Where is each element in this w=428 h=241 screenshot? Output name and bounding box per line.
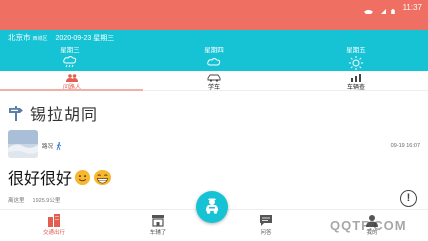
username-text: 路况 bbox=[42, 144, 54, 150]
chart-icon bbox=[351, 74, 361, 82]
tab-label: 车辆查 bbox=[346, 85, 365, 91]
district-name: 西城区 bbox=[32, 36, 48, 42]
shop-icon bbox=[152, 215, 164, 227]
post-username[interactable]: 路况 bbox=[42, 142, 62, 150]
post-meta: 离这里 1925.9公里 bbox=[8, 196, 60, 204]
avatar[interactable] bbox=[8, 130, 38, 158]
header-band bbox=[0, 14, 428, 30]
watermark: QQTF.COM bbox=[330, 218, 407, 233]
wifi-icon bbox=[363, 3, 373, 17]
distance-value: 1925.9公里 bbox=[32, 198, 61, 204]
cloud-icon bbox=[207, 58, 221, 66]
weather-date: 2020-09-23 星期三 bbox=[55, 35, 115, 42]
nav-label: 车辅了 bbox=[149, 230, 167, 236]
section-title: 锡拉胡同 bbox=[30, 105, 99, 124]
chat-icon bbox=[260, 215, 272, 226]
day-name: 星期五 bbox=[346, 47, 366, 54]
traffic-police-icon bbox=[206, 198, 218, 214]
status-time: 11:37 bbox=[402, 2, 422, 12]
car-icon bbox=[207, 74, 221, 82]
nav-label: 交通出行 bbox=[42, 230, 65, 236]
weather-panel[interactable]: 北京市 西城区 2020-09-23 星期三 星期三 星期四 星期五 bbox=[0, 30, 428, 71]
tab-driving[interactable]: 学车 bbox=[174, 74, 254, 91]
rain-cloud-icon bbox=[63, 56, 77, 68]
nav-label: 问答 bbox=[260, 230, 272, 236]
status-bar: 11:37 bbox=[0, 0, 428, 18]
battery-icon bbox=[390, 3, 399, 18]
weather-day-2: 星期四 bbox=[184, 44, 244, 68]
building-icon bbox=[48, 214, 60, 227]
post-timestamp: 09-19 16:07 bbox=[390, 143, 420, 149]
distance-label: 离这里 bbox=[8, 198, 25, 204]
signpost-icon bbox=[9, 106, 23, 121]
tab-indicator bbox=[0, 89, 143, 91]
smile-emoji bbox=[74, 169, 91, 185]
signal-icon bbox=[376, 3, 386, 18]
tab-vehicle-check[interactable]: 车辆查 bbox=[316, 74, 396, 91]
weather-day-3: 星期五 bbox=[326, 44, 386, 70]
section-header: 锡拉胡同 bbox=[8, 101, 98, 125]
nav-traffic[interactable]: 交通出行 bbox=[24, 214, 84, 236]
nav-qa[interactable]: 问答 bbox=[236, 214, 296, 236]
day-name: 星期四 bbox=[204, 47, 224, 54]
category-tabs: 问路人 学车 车辆查 bbox=[0, 71, 428, 91]
people-icon bbox=[66, 74, 78, 82]
traffic-report-button[interactable] bbox=[196, 191, 228, 223]
post-text: 很好很好 bbox=[8, 169, 73, 188]
day-name: 星期三 bbox=[60, 47, 80, 54]
walking-icon bbox=[56, 142, 62, 150]
city-name: 北京市 bbox=[8, 33, 31, 42]
weather-location: 北京市 西城区 2020-09-23 星期三 bbox=[8, 32, 114, 43]
tab-label: 学车 bbox=[207, 85, 220, 91]
grin-emoji bbox=[94, 169, 112, 185]
status-icons: 11:37 bbox=[363, 1, 422, 18]
post-content: 很好很好 bbox=[8, 165, 112, 189]
sun-icon bbox=[349, 56, 363, 70]
info-icon[interactable]: ! bbox=[400, 190, 417, 207]
nav-shop[interactable]: 车辅了 bbox=[128, 214, 188, 236]
weather-day-1: 星期三 bbox=[40, 44, 100, 68]
